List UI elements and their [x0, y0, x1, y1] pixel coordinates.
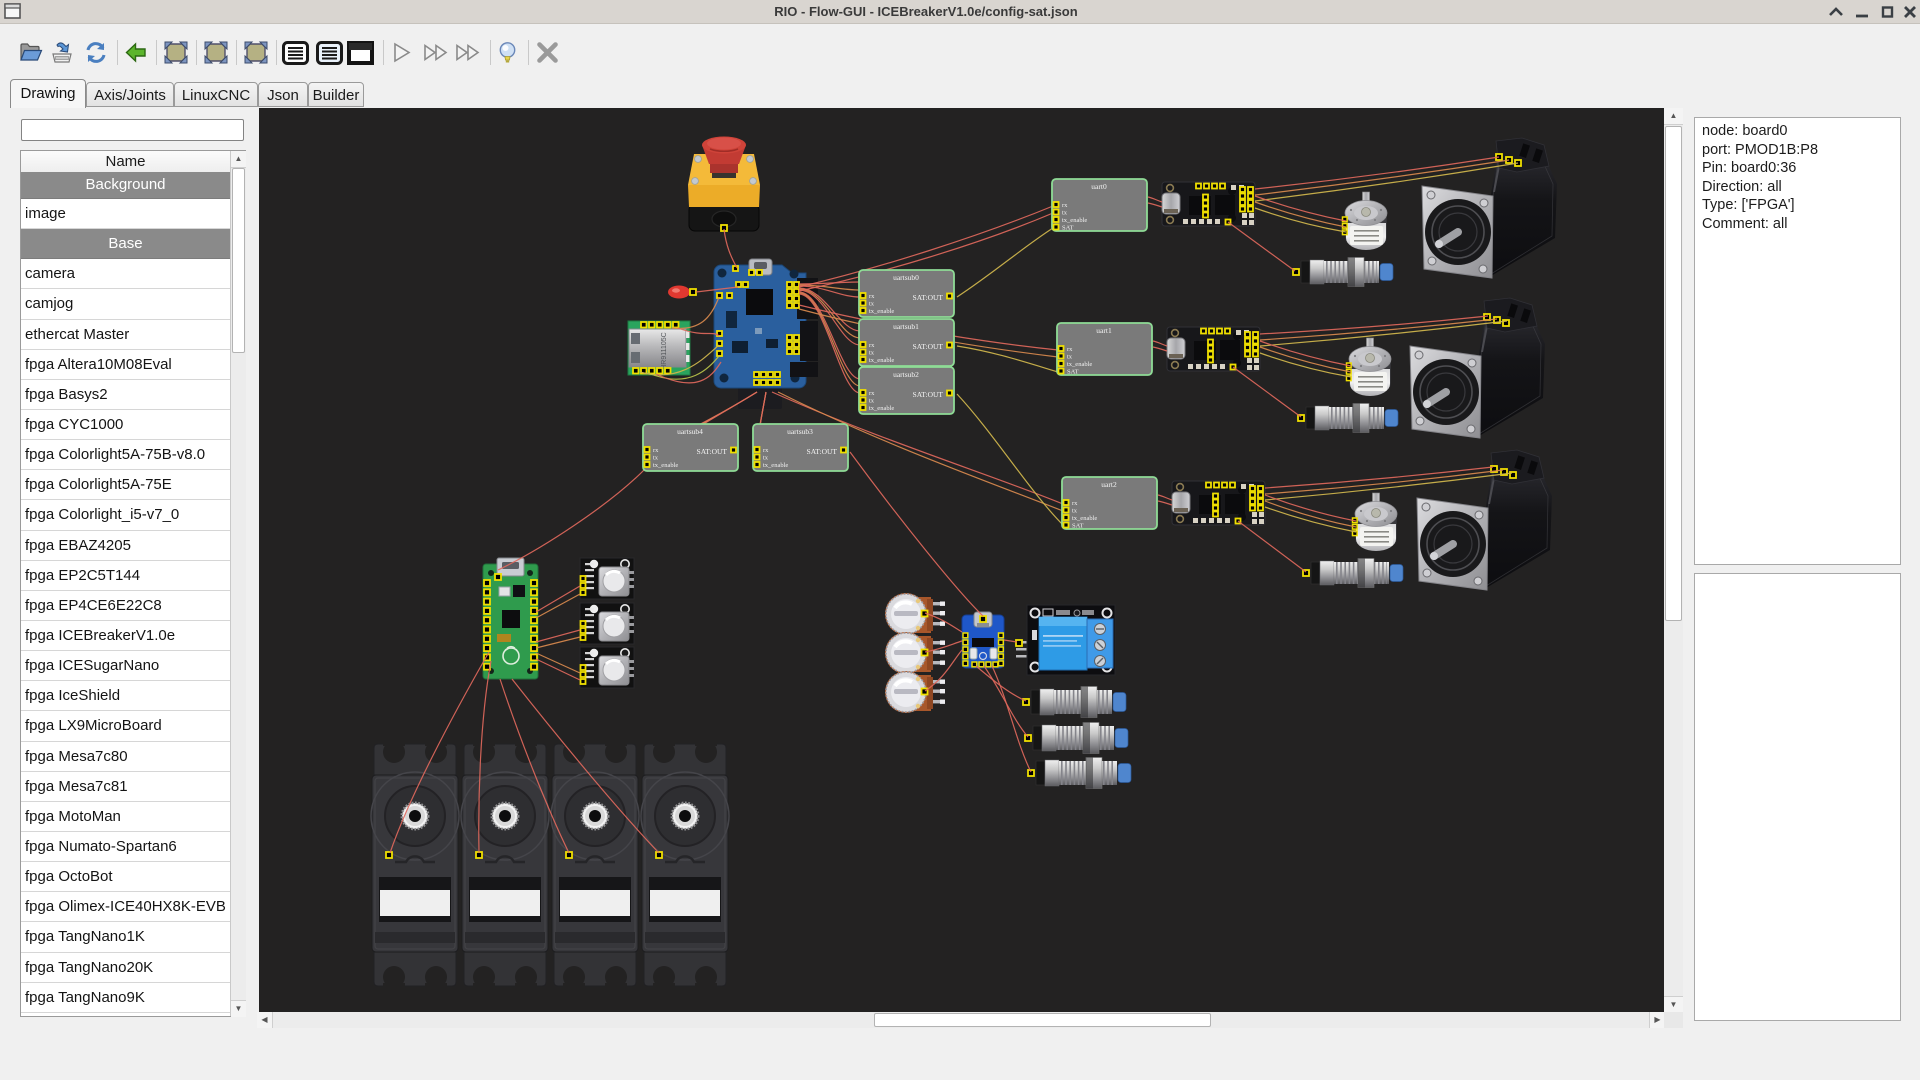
- svg-text:tx: tx: [869, 301, 875, 308]
- svg-text:tx: tx: [1067, 354, 1073, 361]
- svg-text:tx: tx: [653, 455, 659, 462]
- svg-text:SAT: SAT: [1072, 523, 1084, 530]
- svg-text:tx_enable: tx_enable: [1062, 217, 1087, 224]
- svg-text:rx: rx: [869, 342, 875, 349]
- svg-text:uartsub2: uartsub2: [893, 370, 919, 379]
- svg-text:tx_enable: tx_enable: [1072, 515, 1097, 522]
- svg-text:HR911105C: HR911105C: [661, 332, 668, 370]
- svg-text:tx_enable: tx_enable: [869, 308, 894, 315]
- svg-text:SAT:OUT: SAT:OUT: [697, 447, 728, 456]
- svg-text:tx_enable: tx_enable: [1067, 361, 1092, 368]
- svg-text:rx: rx: [1072, 500, 1078, 507]
- svg-text:tx: tx: [869, 350, 875, 357]
- svg-text:SAT: SAT: [1067, 369, 1079, 376]
- svg-text:uart0: uart0: [1091, 182, 1107, 191]
- svg-text:tx_enable: tx_enable: [653, 462, 678, 469]
- svg-text:uartsub1: uartsub1: [893, 322, 919, 331]
- svg-text:uartsub3: uartsub3: [787, 427, 813, 436]
- svg-text:tx: tx: [1072, 508, 1078, 515]
- svg-text:uartsub4: uartsub4: [677, 427, 703, 436]
- svg-text:SAT:OUT: SAT:OUT: [913, 342, 944, 351]
- svg-text:SAT: SAT: [1062, 225, 1074, 232]
- svg-text:rx: rx: [869, 390, 875, 397]
- svg-text:SAT:OUT: SAT:OUT: [913, 390, 944, 399]
- svg-text:tx_enable: tx_enable: [869, 405, 894, 412]
- svg-text:rx: rx: [1067, 346, 1073, 353]
- svg-text:rx: rx: [869, 293, 875, 300]
- svg-text:tx: tx: [763, 455, 769, 462]
- svg-text:uartsub0: uartsub0: [893, 273, 919, 282]
- svg-text:uart1: uart1: [1096, 326, 1112, 335]
- svg-text:tx: tx: [869, 398, 875, 405]
- svg-text:rx: rx: [763, 447, 769, 454]
- svg-text:tx_enable: tx_enable: [763, 462, 788, 469]
- svg-text:tx_enable: tx_enable: [869, 357, 894, 364]
- svg-text:tx: tx: [1062, 210, 1068, 217]
- svg-text:SAT:OUT: SAT:OUT: [807, 447, 838, 456]
- svg-text:rx: rx: [1062, 202, 1068, 209]
- svg-text:rx: rx: [653, 447, 659, 454]
- svg-text:uart2: uart2: [1101, 480, 1117, 489]
- svg-text:SAT:OUT: SAT:OUT: [913, 293, 944, 302]
